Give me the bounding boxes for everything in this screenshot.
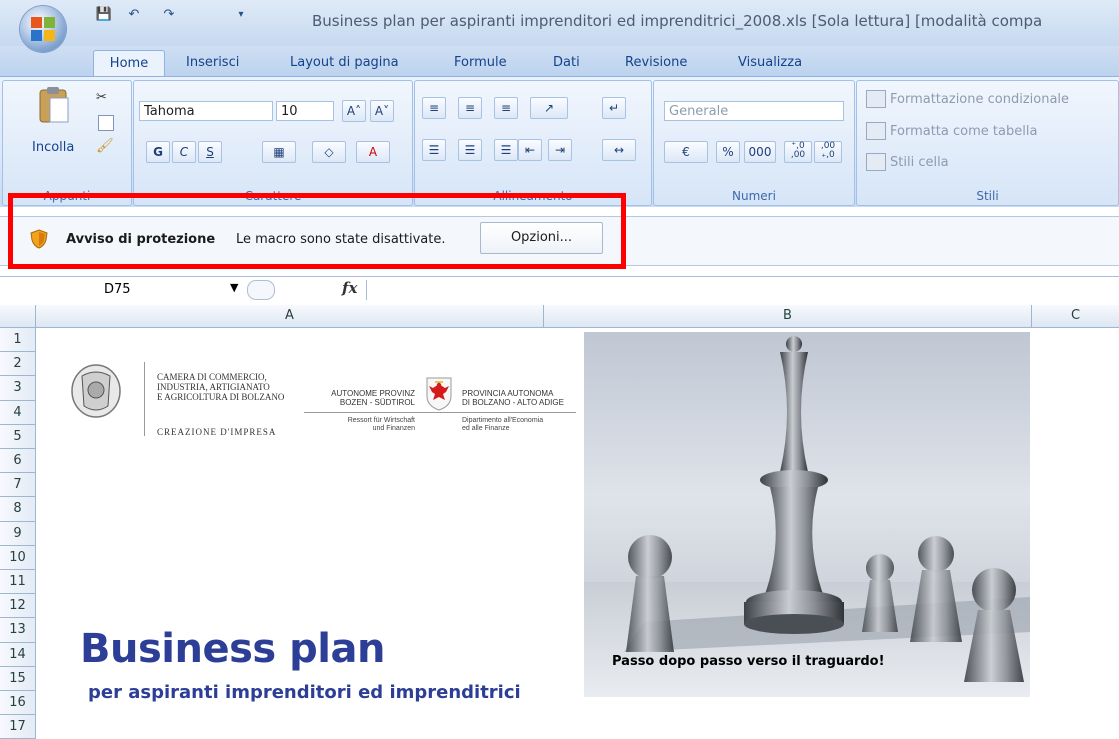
- row-header[interactable]: 5: [0, 424, 36, 449]
- province-name-de: AUTONOME PROVINZ BOZEN - SÜDTIROL: [331, 389, 415, 407]
- row-header[interactable]: 9: [0, 521, 36, 546]
- align-top-icon[interactable]: ≡: [422, 97, 446, 119]
- align-left-icon[interactable]: ☰: [422, 139, 446, 161]
- align-right-icon[interactable]: ☰: [494, 139, 518, 161]
- cell-styles-icon[interactable]: [866, 153, 886, 171]
- province-divider: [304, 412, 576, 413]
- tab-revisione[interactable]: Revisione: [625, 50, 687, 76]
- row-header[interactable]: 15: [0, 666, 36, 691]
- row-header[interactable]: 8: [0, 497, 36, 522]
- name-box-dropdown-icon[interactable]: ▼: [230, 281, 238, 294]
- office-button[interactable]: [20, 6, 66, 52]
- name-box[interactable]: D75: [104, 282, 131, 297]
- row-header[interactable]: 14: [0, 642, 36, 667]
- ressort-label: Ressort für Wirtschaft und Finanzen: [347, 417, 415, 432]
- chamber-crest-logo: [71, 364, 121, 418]
- customize-qat-icon[interactable]: ▾: [232, 6, 250, 24]
- styles-group-label: Stili: [976, 189, 999, 203]
- row-header[interactable]: 17: [0, 715, 36, 739]
- province-name-it: PROVINCIA AUTONOMA DI BOLZANO - ALTO ADI…: [462, 389, 564, 407]
- shrink-font-icon[interactable]: A˅: [370, 100, 394, 122]
- tab-inserisci[interactable]: Inserisci: [186, 50, 239, 76]
- borders-icon[interactable]: ▦: [262, 141, 296, 163]
- conditional-format-button[interactable]: Formattazione condizionale: [890, 92, 1069, 107]
- column-header-b[interactable]: B: [544, 305, 1032, 327]
- office-logo-icon: [31, 17, 55, 41]
- italic-button[interactable]: C: [172, 141, 196, 163]
- align-center-icon[interactable]: ☰: [458, 139, 482, 161]
- merge-center-icon[interactable]: ↔: [602, 139, 636, 161]
- redo-icon[interactable]: ↷: [160, 6, 178, 24]
- dipartimento-label: Dipartimento all'Economia ed alle Finanz…: [462, 417, 544, 432]
- row-header[interactable]: 3: [0, 376, 36, 401]
- row-header[interactable]: 13: [0, 618, 36, 643]
- format-painter-icon[interactable]: 🖌: [96, 138, 114, 154]
- copy-icon[interactable]: [98, 115, 114, 131]
- tab-layout[interactable]: Layout di pagina: [290, 50, 399, 76]
- percent-button[interactable]: %: [716, 141, 740, 163]
- column-header-a[interactable]: A: [36, 305, 544, 327]
- number-format-box[interactable]: Generale: [664, 101, 844, 121]
- cut-icon[interactable]: ✂: [96, 90, 107, 105]
- undo-icon[interactable]: ↶: [125, 6, 143, 24]
- paste-icon[interactable]: [36, 86, 72, 126]
- row-header[interactable]: 4: [0, 400, 36, 425]
- formula-bar-expand-icon[interactable]: [247, 280, 275, 300]
- tab-home[interactable]: Home: [93, 50, 165, 77]
- creazione-label: CREAZIONE D'IMPRESA: [157, 427, 277, 437]
- format-as-table-icon[interactable]: [866, 122, 886, 140]
- chess-photo: [584, 332, 1030, 697]
- tab-formule[interactable]: Formule: [454, 50, 507, 76]
- business-plan-title: Business plan: [80, 626, 385, 672]
- cell-styles-button[interactable]: Stili cella: [890, 155, 949, 170]
- tab-dati[interactable]: Dati: [553, 50, 580, 76]
- decrease-indent-icon[interactable]: ⇤: [518, 139, 542, 161]
- insert-function-icon[interactable]: fx: [342, 279, 357, 297]
- underline-button[interactable]: S: [198, 141, 222, 163]
- row-header[interactable]: 7: [0, 473, 36, 498]
- conditional-format-icon[interactable]: [866, 90, 886, 108]
- font-size-box[interactable]: 10: [276, 101, 334, 121]
- row-header[interactable]: 2: [0, 352, 36, 377]
- formula-divider: [366, 280, 367, 300]
- increase-decimal-button[interactable]: ⁺,0 ,00: [784, 141, 812, 163]
- currency-icon[interactable]: €: [664, 141, 708, 163]
- fill-color-icon[interactable]: ◇: [312, 141, 346, 163]
- logo-divider: [144, 362, 145, 436]
- increase-indent-icon[interactable]: ⇥: [548, 139, 572, 161]
- eagle-coat-of-arms-icon: [426, 377, 452, 411]
- format-as-table-button[interactable]: Formatta come tabella: [890, 124, 1037, 139]
- formula-bar: [0, 276, 1119, 306]
- decrease-decimal-button[interactable]: ,00 ₊,0: [814, 141, 842, 163]
- photo-caption: Passo dopo passo verso il traguardo!: [612, 654, 885, 669]
- paste-button[interactable]: Incolla: [32, 140, 74, 155]
- grow-font-icon[interactable]: A˄: [342, 100, 366, 122]
- row-header[interactable]: 11: [0, 570, 36, 595]
- row-header[interactable]: 1: [0, 328, 36, 353]
- row-header[interactable]: 6: [0, 449, 36, 474]
- orientation-icon[interactable]: ↗: [530, 97, 568, 119]
- column-header-c[interactable]: C: [1032, 305, 1119, 327]
- align-bottom-icon[interactable]: ≡: [494, 97, 518, 119]
- tab-visualizza[interactable]: Visualizza: [738, 50, 802, 76]
- font-color-icon[interactable]: A: [356, 141, 390, 163]
- bold-button[interactable]: G: [146, 141, 170, 163]
- row-header[interactable]: 12: [0, 594, 36, 619]
- align-middle-icon[interactable]: ≡: [458, 97, 482, 119]
- row-header[interactable]: 16: [0, 691, 36, 716]
- chamber-name: CAMERA DI COMMERCIO, INDUSTRIA, ARTIGIAN…: [157, 372, 285, 402]
- chess-pieces-illustration: [584, 336, 1030, 697]
- thousands-button[interactable]: 000: [744, 141, 776, 163]
- wrap-text-icon[interactable]: ↵: [602, 97, 626, 119]
- save-icon[interactable]: 💾: [95, 6, 113, 24]
- row-header[interactable]: 10: [0, 545, 36, 570]
- window-title: Business plan per aspiranti imprenditori…: [312, 12, 1043, 30]
- red-highlight-box: [8, 193, 626, 269]
- select-all-corner[interactable]: [0, 305, 36, 327]
- business-plan-subtitle: per aspiranti imprenditori ed imprenditr…: [88, 682, 521, 703]
- font-name-box[interactable]: Tahoma: [139, 101, 273, 121]
- number-group-label: Numeri: [732, 189, 776, 203]
